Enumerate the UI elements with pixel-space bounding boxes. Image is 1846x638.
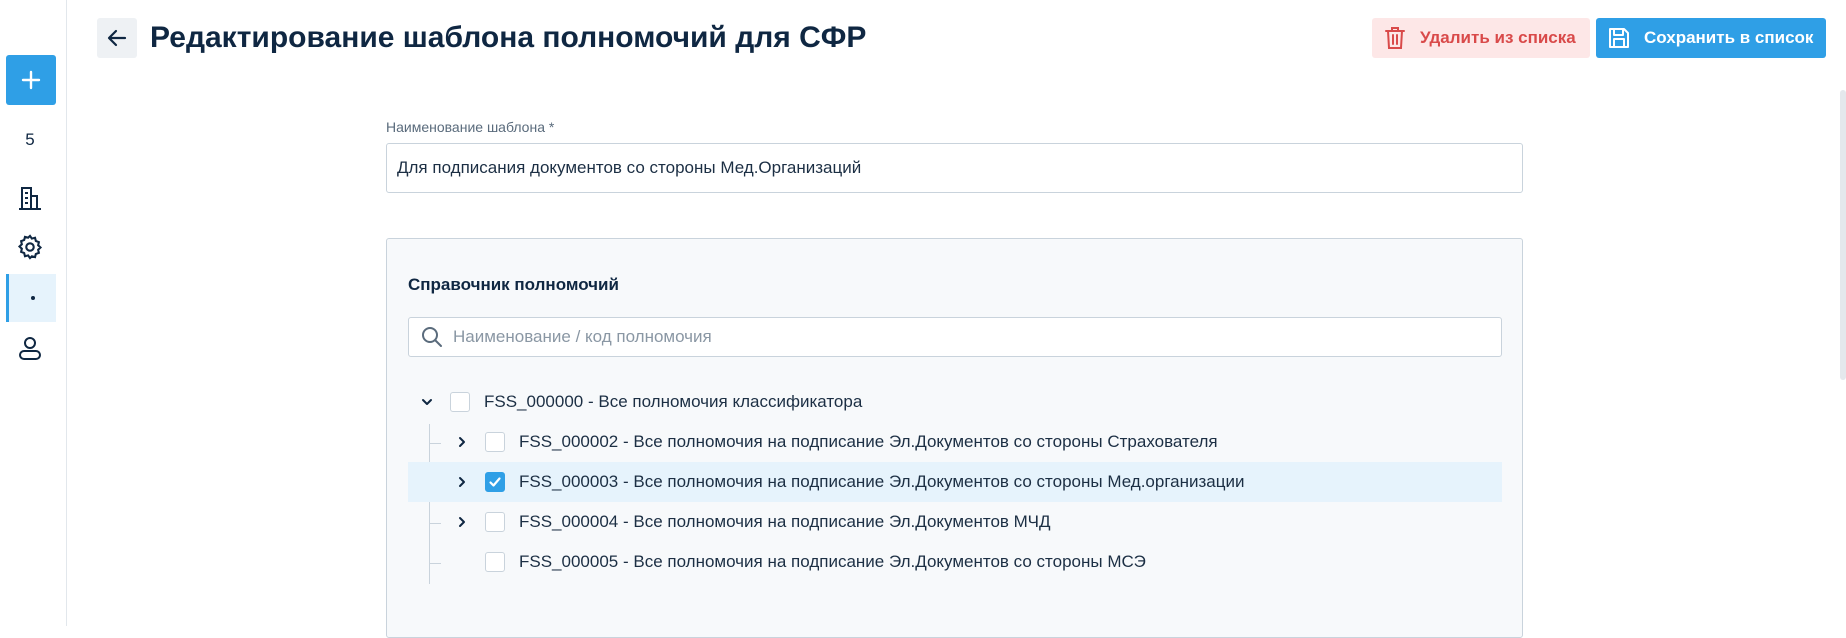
sidebar-item-profile[interactable] <box>14 332 46 364</box>
template-name-label: Наименование шаблона * <box>386 119 555 135</box>
tree-checkbox[interactable] <box>485 512 505 532</box>
tree-row[interactable]: FSS_000005 - Все полномочия на подписани… <box>408 542 1502 582</box>
tree-row-selected[interactable]: FSS_000003 - Все полномочия на подписани… <box>408 462 1502 502</box>
tree-row-label: FSS_000004 - Все полномочия на подписани… <box>519 512 1051 531</box>
tree-row-label: FSS_000003 - Все полномочия на подписани… <box>519 472 1245 491</box>
arrow-left-icon <box>107 29 127 47</box>
sidebar-item-active[interactable] <box>6 274 56 322</box>
dot-icon <box>30 296 35 300</box>
gear-icon <box>17 234 43 260</box>
scrollbar-thumb[interactable] <box>1840 90 1846 380</box>
back-button[interactable] <box>97 18 137 58</box>
tree-checkbox[interactable] <box>485 432 505 452</box>
tree-row[interactable]: FSS_000002 - Все полномочия на подписани… <box>408 422 1502 462</box>
delete-button-label: Удалить из списка <box>1420 28 1576 47</box>
user-icon <box>19 337 41 360</box>
search-input[interactable] <box>453 327 1453 347</box>
building-icon <box>19 187 41 210</box>
trash-icon <box>1385 27 1405 49</box>
save-button-label: Сохранить в список <box>1644 28 1814 47</box>
tree-row-label: FSS_000000 - Все полномочия классификато… <box>484 392 863 411</box>
sidebar-item-settings[interactable] <box>14 231 46 263</box>
page-scrollbar[interactable] <box>1838 0 1846 626</box>
sidebar: 5 <box>0 0 67 626</box>
tree-checkbox[interactable] <box>485 552 505 572</box>
chevron-down-icon[interactable] <box>417 392 437 412</box>
catalog-title: Справочник полномочий <box>408 275 619 294</box>
template-name-input[interactable]: Для подписания документов со стороны Мед… <box>386 143 1523 193</box>
tree-row-label: FSS_000002 - Все полномочия на подписани… <box>519 432 1218 451</box>
save-button[interactable]: Сохранить в список <box>1596 18 1826 58</box>
permissions-catalog-panel: Справочник полномочий FSS_000000 - Все п… <box>386 238 1523 638</box>
tree-checkbox[interactable] <box>450 392 470 412</box>
check-icon <box>489 477 501 487</box>
floppy-disk-icon <box>1609 28 1629 48</box>
tree-row[interactable]: FSS_000004 - Все полномочия на подписани… <box>408 502 1502 542</box>
tree-row[interactable]: FSS_000000 - Все полномочия классификато… <box>408 382 1502 422</box>
sidebar-count: 5 <box>25 130 35 149</box>
chevron-right-icon[interactable] <box>452 512 472 532</box>
catalog-search[interactable] <box>408 317 1502 357</box>
sidebar-item-organizations[interactable] <box>14 182 46 214</box>
add-button[interactable] <box>6 55 56 105</box>
plus-icon <box>21 70 41 90</box>
search-icon <box>422 327 442 347</box>
chevron-right-icon[interactable] <box>452 472 472 492</box>
delete-button[interactable]: Удалить из списка <box>1372 18 1590 58</box>
tree-row-label: FSS_000005 - Все полномочия на подписани… <box>519 552 1146 571</box>
chevron-right-icon[interactable] <box>452 432 472 452</box>
page-title: Редактирование шаблона полномочий для СФ… <box>150 21 867 54</box>
tree-checkbox-checked[interactable] <box>485 472 505 492</box>
